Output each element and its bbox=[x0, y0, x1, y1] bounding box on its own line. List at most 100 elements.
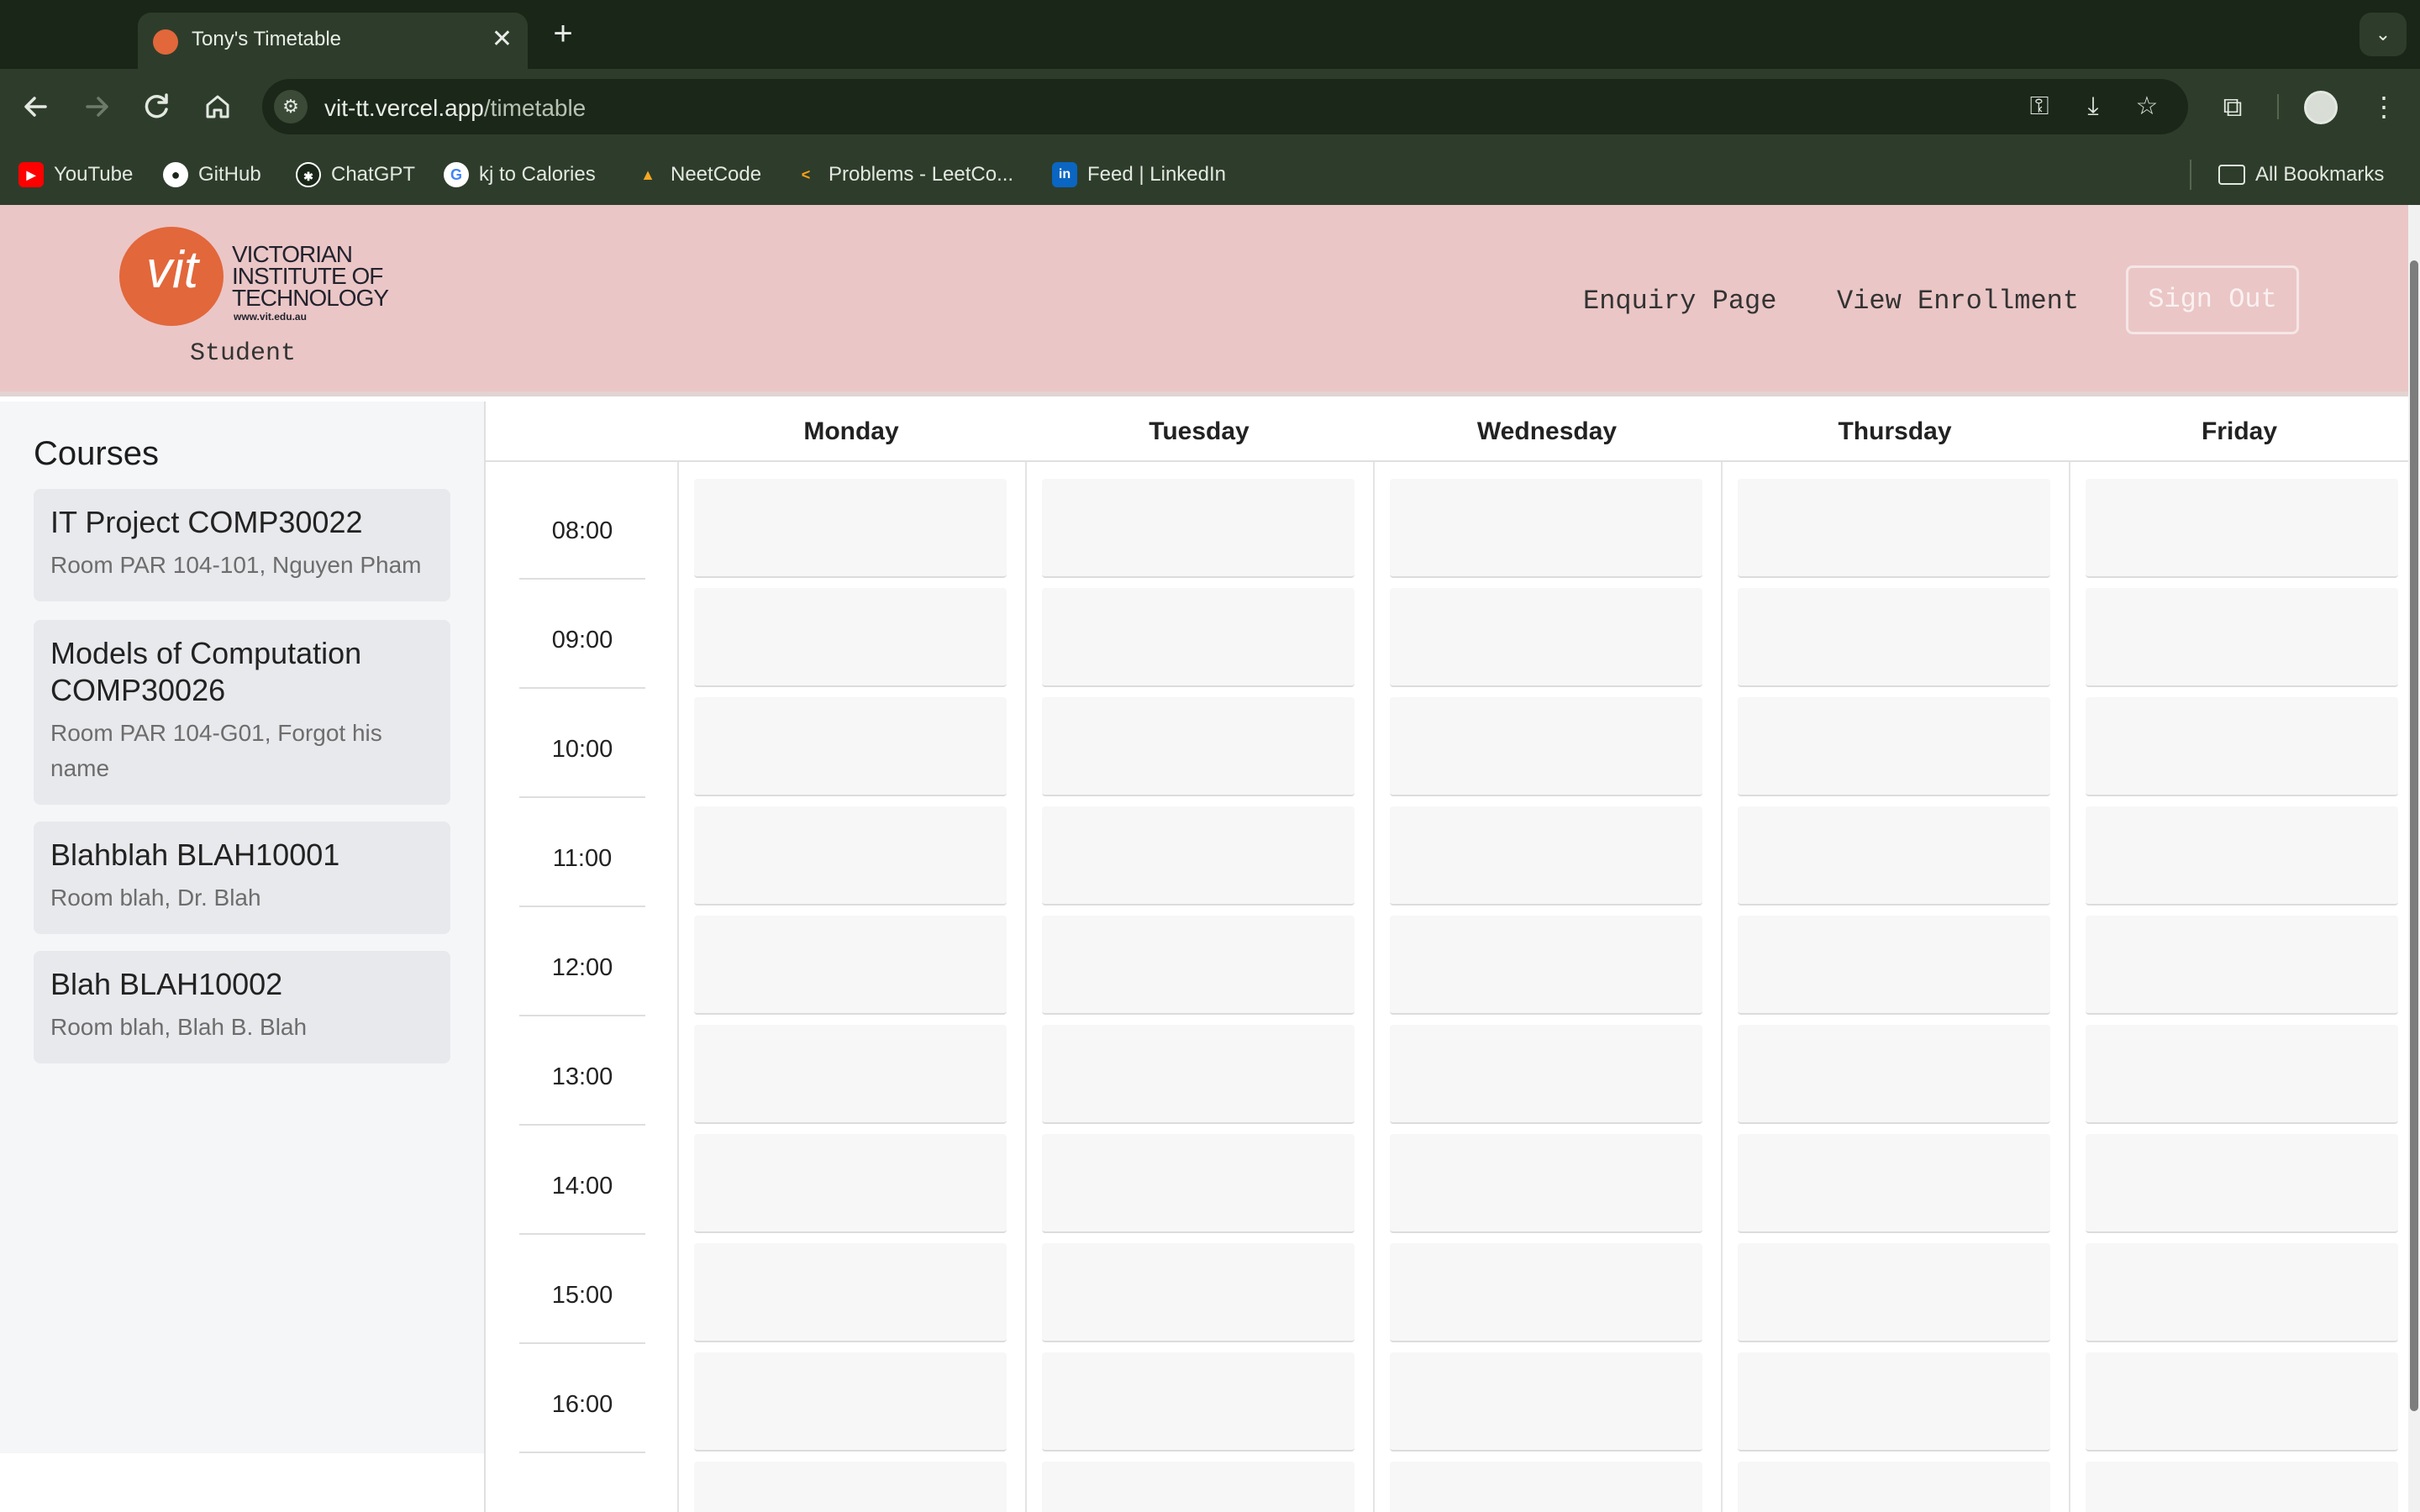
home-button[interactable] bbox=[198, 87, 237, 126]
time-row-divider bbox=[519, 1342, 645, 1344]
timetable-slot[interactable] bbox=[694, 1025, 1007, 1124]
timetable-slot[interactable] bbox=[694, 916, 1007, 1015]
course-card[interactable]: IT Project COMP30022 Room PAR 104-101, N… bbox=[34, 489, 450, 601]
home-icon bbox=[206, 95, 229, 118]
timetable-grid: Monday Tuesday Wednesday Thursday Friday… bbox=[484, 402, 2410, 1512]
sign-out-button[interactable]: Sign Out bbox=[2126, 265, 2299, 334]
new-tab-button[interactable]: + bbox=[546, 13, 580, 54]
view-enrollment-link[interactable]: View Enrollment bbox=[1837, 286, 2079, 317]
day-column-divider bbox=[2069, 402, 2070, 1512]
address-bar[interactable]: ⚙ vit-tt.vercel.app/timetable ⚿ ⤓ ☆ bbox=[262, 79, 2188, 134]
timetable-slot[interactable] bbox=[2086, 1134, 2398, 1233]
timetable-slot[interactable] bbox=[2086, 1025, 2398, 1124]
extensions-icon[interactable]: ⧉ bbox=[2213, 87, 2252, 126]
browser-tab-strip: Tony's Timetable ✕ + ⌄ bbox=[0, 0, 2420, 69]
logo-url: www.vit.edu.au bbox=[234, 311, 307, 323]
timetable-slot[interactable] bbox=[2086, 916, 2398, 1015]
timetable-slot[interactable] bbox=[1390, 1243, 1702, 1342]
timetable-slot[interactable] bbox=[694, 588, 1007, 687]
browser-tab[interactable]: Tony's Timetable ✕ bbox=[138, 13, 528, 69]
timetable-slot[interactable] bbox=[1042, 806, 1355, 906]
logo-wordmark: VICTORIAN INSTITUTE OF TECHNOLOGY bbox=[232, 241, 389, 311]
timetable-slot[interactable] bbox=[694, 479, 1007, 578]
timetable-slot[interactable] bbox=[1390, 588, 1702, 687]
time-row-divider bbox=[519, 687, 645, 689]
forward-button[interactable] bbox=[77, 87, 116, 126]
timetable-slot[interactable] bbox=[1738, 916, 2050, 1015]
timetable-slot[interactable] bbox=[1738, 588, 2050, 687]
reload-button[interactable] bbox=[138, 87, 176, 126]
bookmark-youtube[interactable]: ▶ YouTube bbox=[18, 160, 133, 190]
tab-search-button[interactable]: ⌄ bbox=[2360, 13, 2407, 56]
folder-icon bbox=[2218, 165, 2245, 185]
all-bookmarks-button[interactable]: All Bookmarks bbox=[2218, 160, 2384, 190]
timetable-slot[interactable] bbox=[1390, 1462, 1702, 1512]
bookmark-chatgpt[interactable]: ✱ ChatGPT bbox=[296, 160, 415, 190]
timetable-slot[interactable] bbox=[2086, 1243, 2398, 1342]
timetable-slot[interactable] bbox=[694, 697, 1007, 796]
timetable-slot[interactable] bbox=[2086, 479, 2398, 578]
enquiry-page-link[interactable]: Enquiry Page bbox=[1583, 286, 1776, 317]
timetable-slot[interactable] bbox=[1738, 806, 2050, 906]
more-menu-icon[interactable]: ⋮ bbox=[2365, 87, 2403, 126]
timetable-slot[interactable] bbox=[1390, 1025, 1702, 1124]
vit-favicon-icon bbox=[153, 29, 178, 55]
bookmark-github[interactable]: ● GitHub bbox=[163, 160, 261, 190]
password-key-icon[interactable]: ⚿ bbox=[2023, 91, 2055, 123]
close-tab-icon[interactable]: ✕ bbox=[492, 24, 513, 55]
timetable-slot[interactable] bbox=[694, 806, 1007, 906]
timetable-slot[interactable] bbox=[1738, 1243, 2050, 1342]
vit-logo[interactable]: vit VICTORIAN INSTITUTE OF TECHNOLOGY ww… bbox=[119, 227, 389, 326]
bookmark-kj-to-calories[interactable]: G kj to Calories bbox=[444, 160, 596, 190]
page-scrollbar[interactable] bbox=[2408, 205, 2420, 1512]
bookmark-neetcode[interactable]: ▲ NeetCode bbox=[635, 160, 761, 190]
profile-avatar[interactable] bbox=[2304, 91, 2338, 124]
timetable-slot[interactable] bbox=[1738, 1025, 2050, 1124]
timetable-slot[interactable] bbox=[2086, 806, 2398, 906]
course-name: Models of Computation COMP30026 bbox=[50, 636, 362, 707]
chatgpt-icon: ✱ bbox=[296, 162, 321, 187]
bookmark-linkedin[interactable]: in Feed | LinkedIn bbox=[1052, 160, 1226, 190]
timetable-slot[interactable] bbox=[2086, 588, 2398, 687]
timetable-slot[interactable] bbox=[694, 1243, 1007, 1342]
user-role-label: Student bbox=[190, 339, 297, 368]
timetable-slot[interactable] bbox=[1390, 1352, 1702, 1452]
timetable-slot[interactable] bbox=[1042, 479, 1355, 578]
timetable-slot[interactable] bbox=[1390, 697, 1702, 796]
install-app-icon[interactable]: ⤓ bbox=[2077, 91, 2109, 123]
timetable-slot[interactable] bbox=[694, 1462, 1007, 1512]
timetable-slot[interactable] bbox=[1042, 588, 1355, 687]
timetable-slot[interactable] bbox=[1042, 916, 1355, 1015]
timetable-slot[interactable] bbox=[2086, 697, 2398, 796]
timetable-slot[interactable] bbox=[1738, 1134, 2050, 1233]
timetable-slot[interactable] bbox=[2086, 1352, 2398, 1452]
course-card[interactable]: Models of Computation COMP30026 Room PAR… bbox=[34, 620, 450, 805]
timetable-slot[interactable] bbox=[694, 1134, 1007, 1233]
timetable-slot[interactable] bbox=[1042, 1462, 1355, 1512]
timetable-slot[interactable] bbox=[1042, 1025, 1355, 1124]
timetable-slot[interactable] bbox=[1738, 1462, 2050, 1512]
timetable-slot[interactable] bbox=[1042, 1352, 1355, 1452]
time-row-divider bbox=[519, 1015, 645, 1016]
bookmark-leetcode[interactable]: < Problems - LeetCo... bbox=[793, 160, 1013, 190]
timetable-slot[interactable] bbox=[1042, 1134, 1355, 1233]
site-info-icon[interactable]: ⚙ bbox=[274, 90, 308, 123]
timetable-slot[interactable] bbox=[1738, 1352, 2050, 1452]
google-icon: G bbox=[444, 162, 469, 187]
timetable-slot[interactable] bbox=[1390, 806, 1702, 906]
timetable-slot[interactable] bbox=[1390, 479, 1702, 578]
timetable-slot[interactable] bbox=[1738, 479, 2050, 578]
timetable-slot[interactable] bbox=[1042, 697, 1355, 796]
timetable-slot[interactable] bbox=[2086, 1462, 2398, 1512]
back-button[interactable] bbox=[17, 87, 55, 126]
course-card[interactable]: Blah BLAH10002 Room blah, Blah B. Blah bbox=[34, 951, 450, 1063]
timetable-slot[interactable] bbox=[1390, 916, 1702, 1015]
timetable-slot[interactable] bbox=[1738, 697, 2050, 796]
scrollbar-thumb[interactable] bbox=[2410, 260, 2418, 1411]
bookmark-star-icon[interactable]: ☆ bbox=[2131, 91, 2163, 123]
timetable-slot[interactable] bbox=[694, 1352, 1007, 1452]
url-text[interactable]: vit-tt.vercel.app/timetable bbox=[324, 95, 586, 122]
course-card[interactable]: Blahblah BLAH10001 Room blah, Dr. Blah bbox=[34, 822, 450, 934]
timetable-slot[interactable] bbox=[1042, 1243, 1355, 1342]
timetable-slot[interactable] bbox=[1390, 1134, 1702, 1233]
